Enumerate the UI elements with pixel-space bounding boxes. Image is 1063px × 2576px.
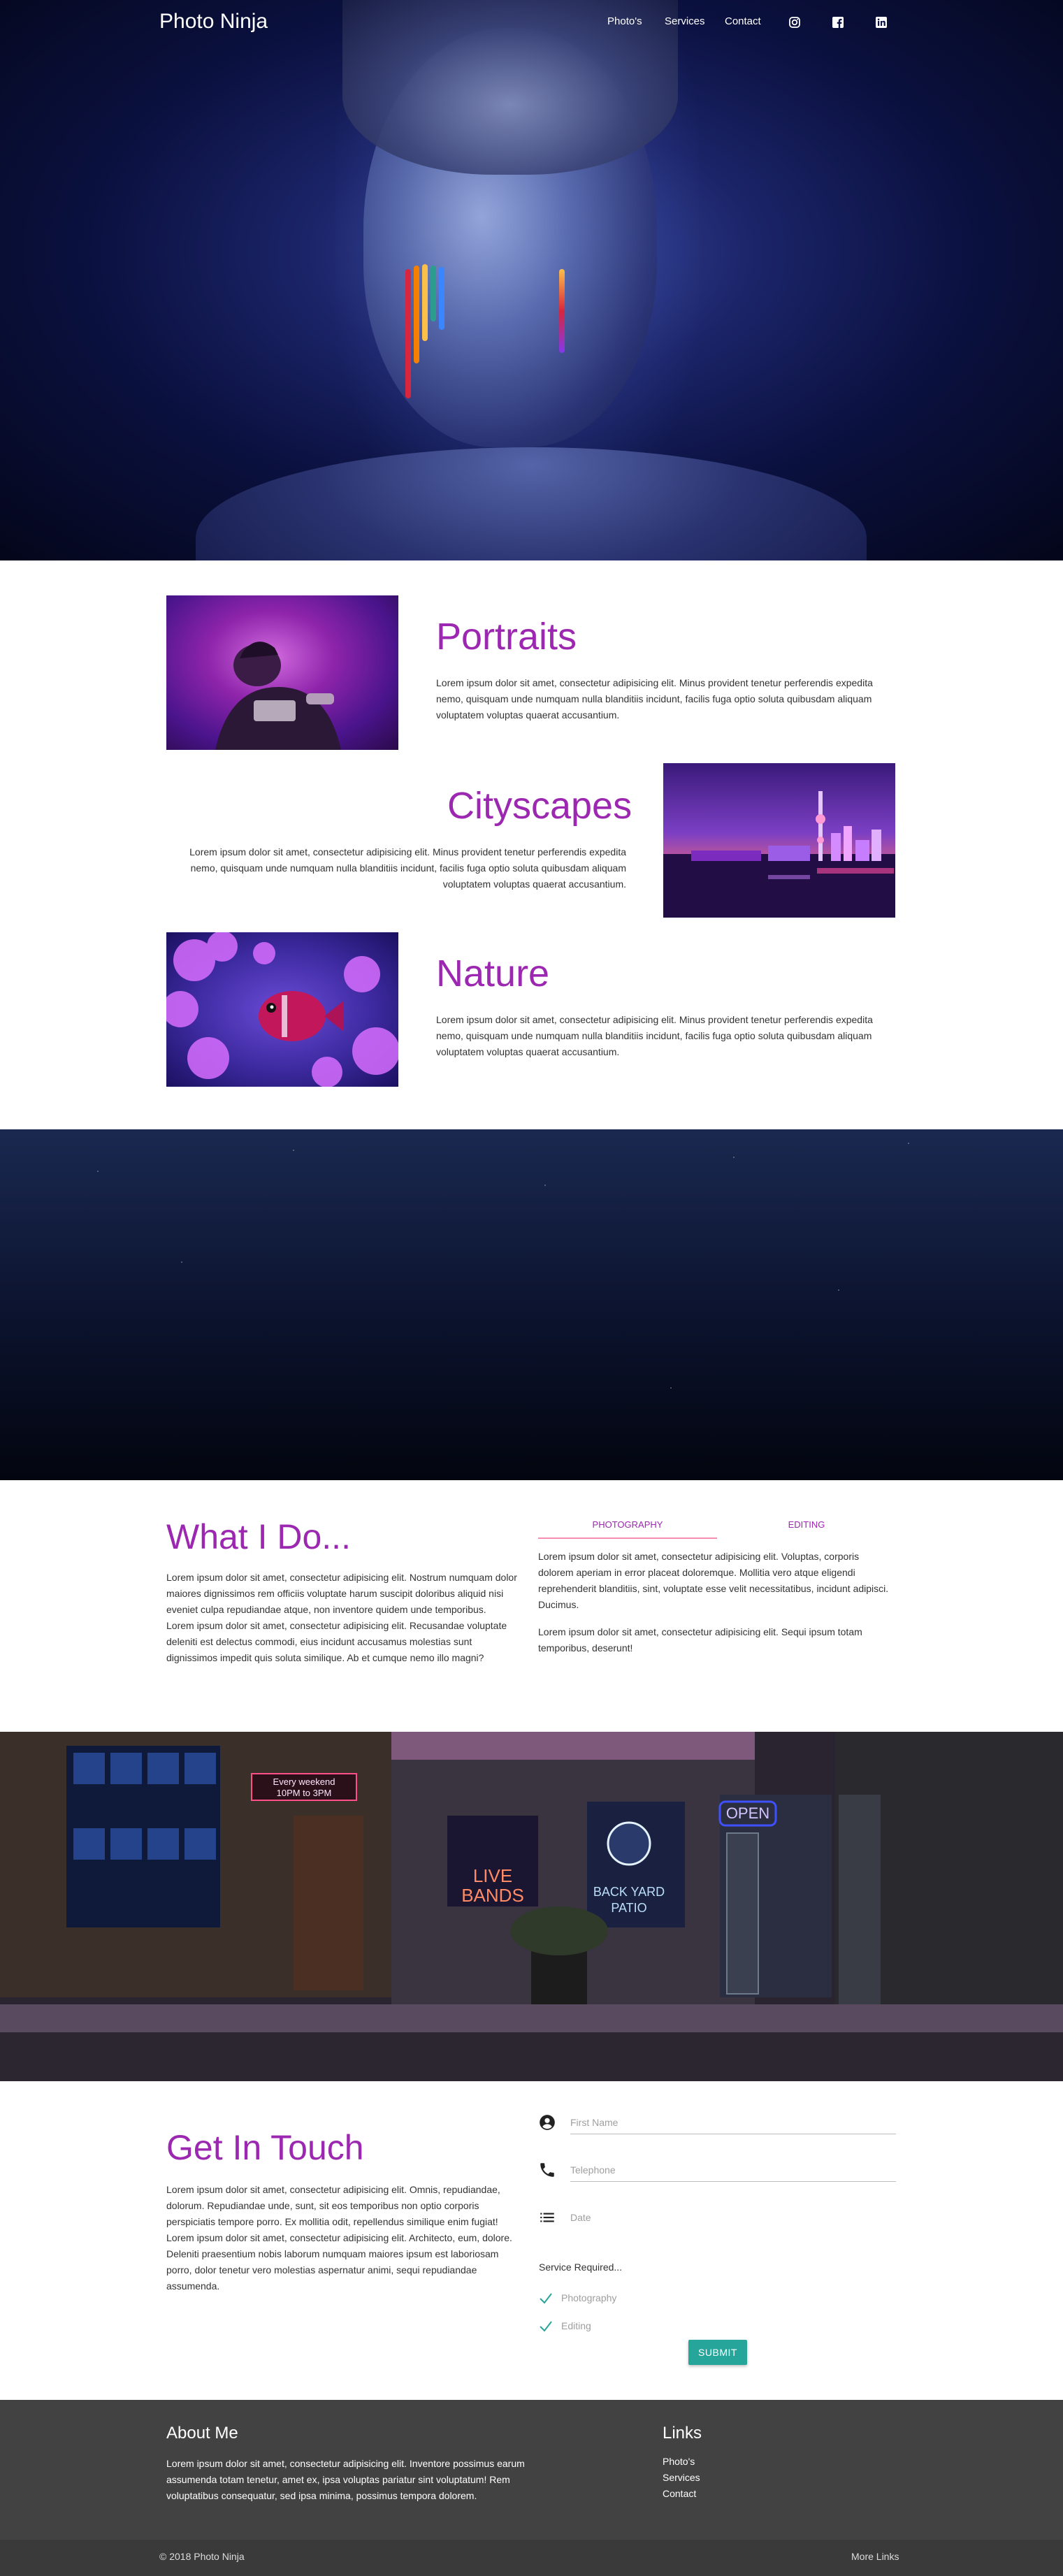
more-links-link[interactable]: More Links [851, 2551, 899, 2562]
submit-button[interactable]: SUBMIT [688, 2340, 747, 2365]
nature-text: Lorem ipsum dolor sit amet, consectetur … [436, 1014, 873, 1057]
page-footer: About Me Lorem ipsum dolor sit amet, con… [0, 2400, 1063, 2576]
about-me-title: About Me [166, 2424, 238, 2443]
sign-patio: PATIO [611, 1901, 646, 1915]
top-navbar: Photo Ninja Photo's Services Contact [0, 0, 1063, 45]
service-photography-checkbox[interactable]: Photography [539, 2289, 616, 2306]
check-icon [540, 2293, 552, 2304]
contact-section: Get In Touch Lorem ipsum dolor sit amet,… [0, 2081, 1063, 2400]
cityscapes-photo[interactable] [663, 763, 895, 918]
sign-back-yard: BACK YARD [593, 1885, 665, 1899]
tab-editing[interactable]: EDITING [717, 1512, 896, 1539]
tab-content-para-1: Lorem ipsum dolor sit amet, consectetur … [538, 1551, 889, 1610]
gallery-section: Portraits Lorem ipsum dolor sit amet, co… [0, 560, 1063, 1129]
about-me-text: Lorem ipsum dolor sit amet, consectetur … [166, 2458, 525, 2501]
what-i-do-para-1: Lorem ipsum dolor sit amet, consectetur … [166, 1572, 517, 1615]
links-title: Links [663, 2424, 702, 2443]
phone-icon [538, 2161, 556, 2179]
paint-stripe-blue [439, 267, 444, 330]
nav-link-photos[interactable]: Photo's [607, 15, 642, 27]
instagram-icon[interactable] [785, 13, 804, 32]
hero-shoulders [196, 447, 867, 560]
footer-copyright-bar: © 2018 Photo Ninja More Links [0, 2540, 1063, 2576]
copyright-text: © 2018 Photo Ninja [159, 2551, 245, 2562]
tab-photography[interactable]: PHOTOGRAPHY [538, 1512, 717, 1539]
what-i-do-section: What I Do... Lorem ipsum dolor sit amet,… [0, 1480, 1063, 1732]
service-required-label: Service Required... [539, 2262, 623, 2273]
date-input[interactable] [570, 2206, 896, 2229]
sign-hours: 10PM to 3PM [277, 1788, 332, 1798]
facebook-icon[interactable] [828, 13, 848, 32]
first-name-input[interactable] [570, 2111, 896, 2134]
nav-link-contact[interactable]: Contact [725, 15, 761, 27]
paint-stripe-green [431, 266, 436, 321]
portraits-photo[interactable] [166, 595, 398, 750]
night-sky-banner [0, 1129, 1063, 1480]
paint-stripe-red [405, 269, 411, 398]
paint-stripe-orange [414, 266, 419, 363]
portraits-title: Portraits [436, 616, 577, 658]
contact-title: Get In Touch [166, 2128, 364, 2167]
telephone-input[interactable] [570, 2158, 896, 2182]
nav-link-services[interactable]: Services [665, 15, 705, 27]
linkedin-icon[interactable] [872, 13, 891, 32]
account-circle-icon [538, 2113, 556, 2132]
hero-banner: Photo Ninja Photo's Services Contact [0, 0, 1063, 560]
list-icon [538, 2208, 556, 2227]
what-i-do-title: What I Do... [166, 1517, 351, 1556]
footer-link-photos[interactable]: Photo's [663, 2456, 695, 2467]
tab-indicator [538, 1537, 717, 1539]
sign-bands: BANDS [461, 1885, 524, 1906]
what-i-do-para-2: Lorem ipsum dolor sit amet, consectetur … [166, 1620, 507, 1663]
paint-stripe-yellow [422, 264, 428, 341]
service-photography-label: Photography [561, 2292, 617, 2303]
sign-open: OPEN [726, 1804, 769, 1822]
contact-para-2: Lorem ipsum dolor sit amet, consectetur … [166, 2232, 512, 2292]
footer-link-services[interactable]: Services [663, 2472, 700, 2483]
brand-logo[interactable]: Photo Ninja [159, 10, 268, 34]
contact-para-1: Lorem ipsum dolor sit amet, consectetur … [166, 2184, 500, 2227]
service-editing-checkbox[interactable]: Editing [539, 2317, 591, 2334]
cityscapes-text: Lorem ipsum dolor sit amet, consectetur … [189, 846, 626, 890]
what-i-do-text: Lorem ipsum dolor sit amet, consectetur … [166, 1570, 519, 1666]
footer-link-contact[interactable]: Contact [663, 2488, 696, 2499]
nature-title: Nature [436, 953, 550, 994]
sign-live: LIVE [473, 1865, 512, 1886]
service-editing-label: Editing [561, 2320, 591, 2331]
services-tabs: PHOTOGRAPHY EDITING [538, 1512, 897, 1539]
check-icon [540, 2321, 552, 2332]
contact-text: Lorem ipsum dolor sit amet, consectetur … [166, 2182, 519, 2294]
paint-stripe-right [559, 269, 565, 353]
street-night-banner: Every weekend 10PM to 3PM LIVE BANDS BAC… [0, 1732, 1063, 2081]
portraits-text: Lorem ipsum dolor sit amet, consectetur … [436, 677, 873, 721]
cityscapes-title: Cityscapes [447, 785, 632, 827]
tab-content-para-2: Lorem ipsum dolor sit amet, consectetur … [538, 1626, 862, 1654]
sign-every-weekend: Every weekend [273, 1777, 335, 1787]
nature-photo[interactable] [166, 932, 398, 1087]
